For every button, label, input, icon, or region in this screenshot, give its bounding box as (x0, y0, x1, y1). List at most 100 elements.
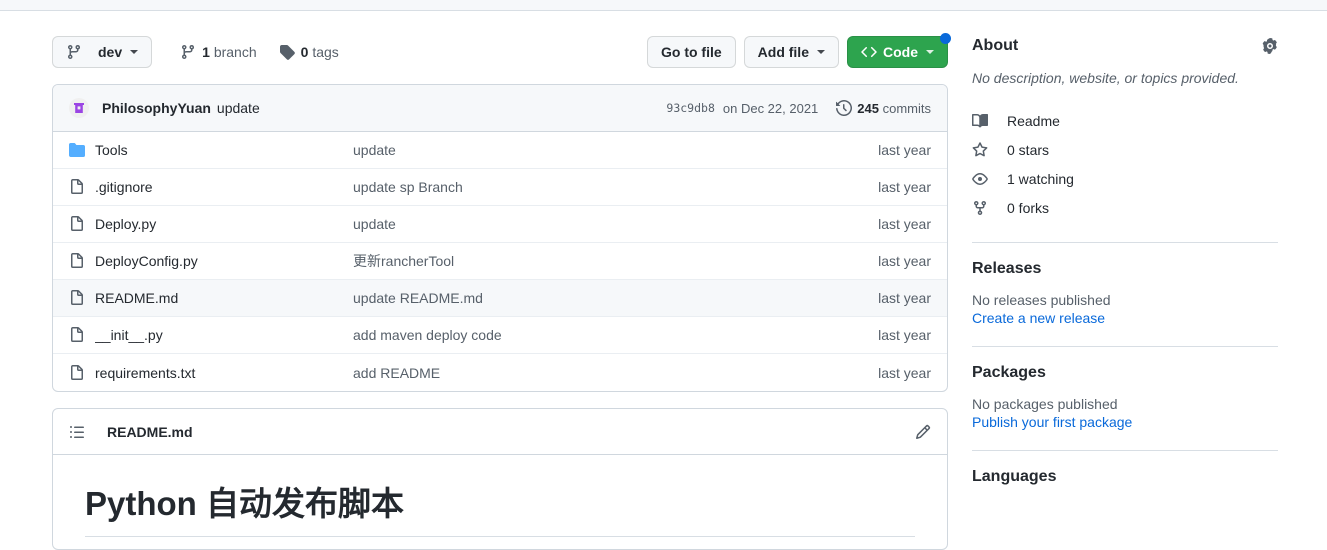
table-row[interactable]: DeployConfig.py 更新rancherTool last year (53, 243, 947, 280)
fork-icon (972, 200, 988, 216)
readme-label: Readme (1007, 112, 1060, 129)
book-icon (972, 113, 988, 129)
edit-pencil-icon[interactable] (915, 424, 931, 440)
go-to-file-button[interactable]: Go to file (646, 36, 736, 68)
readme-content: Python 自动发布脚本 (53, 455, 947, 538)
chevron-down-icon (926, 50, 934, 54)
commits-number: 245 (857, 100, 879, 116)
branch-icon (180, 44, 196, 60)
file-commit-message[interactable]: update (353, 216, 878, 232)
repository-page: dev 1 branch 0 tags Go to file Add file … (0, 11, 1327, 550)
table-row[interactable]: __init__.py add maven deploy code last yea… (53, 317, 947, 354)
commit-author[interactable]: PhilosophyYuan (102, 100, 211, 116)
forks-label: 0 forks (1007, 199, 1050, 216)
file-icon (69, 253, 85, 269)
branches-link[interactable]: 1 branch (180, 44, 257, 60)
gear-icon[interactable] (1262, 38, 1278, 54)
sidebar-divider (972, 242, 1278, 243)
file-commit-time: last year (878, 364, 931, 381)
code-button[interactable]: Code (847, 33, 951, 68)
file-commit-message[interactable]: add maven deploy code (353, 327, 878, 343)
readme-header: README.md (53, 409, 947, 455)
tags-label: tags (312, 44, 339, 60)
file-name[interactable]: requirements.txt (95, 365, 353, 381)
commit-date: on Dec 22, 2021 (722, 100, 819, 116)
branches-label: branch (213, 44, 257, 60)
file-commit-time: last year (878, 253, 931, 269)
file-commit-message[interactable]: update sp Branch (353, 179, 878, 195)
file-name[interactable]: .gitignore (95, 179, 353, 195)
no-releases-text: No releases published (972, 292, 1111, 308)
branch-icon (66, 44, 82, 60)
file-name[interactable]: Tools (95, 142, 353, 158)
forks-row[interactable]: 0 forks (972, 193, 1278, 222)
list-unordered-icon[interactable] (69, 424, 85, 440)
stars-label: 0 stars (1007, 141, 1050, 158)
no-packages-text: No packages published (972, 396, 1118, 412)
star-icon (972, 141, 988, 158)
file-icon (69, 290, 85, 306)
file-icon (69, 364, 85, 381)
main-column: dev 1 branch 0 tags Go to file Add file … (52, 11, 951, 550)
code-button-label: Code (883, 44, 918, 60)
branch-selector-button[interactable]: dev (52, 36, 153, 68)
file-commit-message[interactable]: add README (353, 365, 878, 381)
readme-filename: README.md (107, 423, 193, 440)
file-commit-message[interactable]: update README.md (353, 290, 878, 306)
packages-title: Packages (972, 364, 1046, 381)
commits-count-link[interactable]: 245 commits (836, 100, 931, 116)
tags-count: 0 (300, 44, 309, 60)
file-row-list: Tools update last year .gitignore update sp … (53, 132, 947, 391)
code-icon (861, 44, 877, 60)
commit-meta: 93c9db8 on Dec 22, 2021 245 commits (666, 100, 931, 116)
commit-message[interactable]: update (217, 100, 260, 116)
branch-selector-label: dev (98, 44, 123, 60)
table-row[interactable]: requirements.txt add README last year (53, 354, 947, 391)
releases-title: Releases (972, 260, 1042, 277)
avatar[interactable] (69, 98, 89, 118)
folder-icon (69, 142, 85, 158)
file-commit-time: last year (878, 327, 931, 343)
history-icon (836, 100, 853, 116)
sidebar-divider (972, 346, 1278, 347)
file-icon (69, 216, 85, 232)
watching-row[interactable]: 1 watching (972, 164, 1278, 193)
file-table: PhilosophyYuan update 93c9db8 on Dec 22,… (52, 84, 948, 392)
stars-row[interactable]: 0 stars (972, 135, 1278, 164)
sidebar: About No description, website, or topics… (972, 11, 1278, 500)
create-release-link[interactable]: Create a new release (972, 310, 1105, 326)
file-icon (69, 179, 85, 195)
table-row[interactable]: Tools update last year (53, 132, 947, 169)
notification-dot (940, 33, 951, 44)
file-commit-message[interactable]: 更新rancherTool (353, 251, 878, 271)
table-row[interactable]: .gitignore update sp Branch last year (53, 169, 947, 206)
languages-title: Languages (972, 468, 1057, 485)
add-file-button[interactable]: Add file (743, 36, 839, 68)
top-page-strip (0, 0, 1327, 11)
readme-heading: Python 自动发布脚本 (85, 483, 915, 538)
commits-label: commits (882, 100, 931, 116)
table-row[interactable]: Deploy.py update last year (53, 206, 947, 243)
file-name[interactable]: __init__.py (95, 327, 353, 343)
branches-count: 1 (202, 44, 210, 60)
file-commit-message[interactable]: update (353, 142, 878, 158)
file-icon (69, 327, 85, 343)
eye-icon (972, 171, 988, 187)
go-to-file-label: Go to file (660, 44, 722, 60)
publish-package-link[interactable]: Publish your first package (972, 414, 1132, 430)
readme-link-row[interactable]: Readme (972, 106, 1278, 135)
commit-sha[interactable]: 93c9db8 (666, 101, 714, 115)
about-description: No description, website, or topics provi… (972, 70, 1239, 86)
table-row[interactable]: README.md update README.md last year (53, 280, 947, 317)
file-name[interactable]: DeployConfig.py (95, 253, 353, 269)
sidebar-divider (972, 450, 1278, 451)
about-header: About (972, 37, 1278, 55)
file-commit-time: last year (878, 216, 931, 232)
file-name[interactable]: Deploy.py (95, 216, 353, 232)
tags-link[interactable]: 0 tags (279, 44, 339, 60)
tag-icon (279, 44, 295, 60)
latest-commit-header: PhilosophyYuan update 93c9db8 on Dec 22,… (53, 85, 947, 132)
file-commit-time: last year (878, 290, 931, 306)
file-name[interactable]: README.md (95, 290, 353, 306)
about-title: About (972, 37, 1019, 54)
